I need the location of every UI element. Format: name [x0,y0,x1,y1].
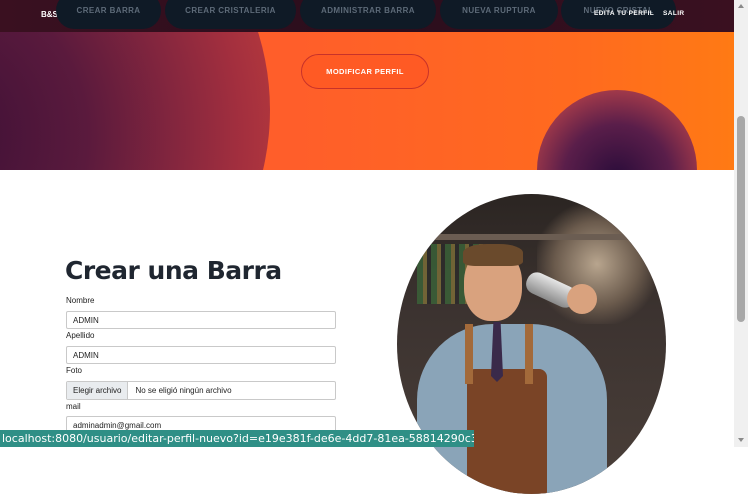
scroll-up-arrow-icon[interactable] [738,4,744,8]
logout-link[interactable]: SALIR [663,10,685,17]
photo-light [537,204,657,324]
status-bar-url: localhost:8080/usuario/editar-perfil-nue… [0,430,474,447]
nav-nueva-ruptura[interactable]: NUEVA RUPTURA [440,0,558,29]
name-field[interactable]: ADMIN [66,311,336,329]
photo-file-input[interactable]: Elegir archivo No se eligió ningún archi… [66,381,336,400]
photo-apron [467,369,547,494]
file-status: No se eligió ningún archivo [135,386,232,395]
photo-shelf [397,234,666,240]
scrollbar-thumb[interactable] [737,116,745,322]
photo-strap-left [465,324,473,384]
choose-file-button[interactable]: Elegir archivo [67,382,129,399]
edit-profile-link[interactable]: EDITA TU PERFIL [594,10,654,17]
photo-hand [567,284,597,314]
mail-label: mail [66,402,81,411]
lastname-label: Apellido [66,331,95,340]
photo-hair [463,244,523,266]
scroll-down-arrow-icon[interactable] [738,438,744,442]
modify-profile-button[interactable]: MODIFICAR PERFIL [301,54,429,89]
hero-banner: B&S CREAR BARRA CREAR CRISTALERIA ADMINI… [0,0,734,170]
lastname-field[interactable]: ADMIN [66,346,336,364]
photo-strap-right [525,324,533,384]
top-navbar: B&S CREAR BARRA CREAR CRISTALERIA ADMINI… [0,0,734,32]
name-label: Nombre [66,296,95,305]
nav-crear-barra[interactable]: CREAR BARRA [56,0,161,29]
photo-label: Foto [66,366,83,375]
page-title: Crear una Barra [65,256,282,285]
nav-administrar-barra[interactable]: ADMINISTRAR BARRA [300,0,436,29]
nav-crear-cristaleria[interactable]: CREAR CRISTALERIA [165,0,296,29]
decorative-blob-right [537,90,697,170]
bartender-photo [397,194,666,494]
